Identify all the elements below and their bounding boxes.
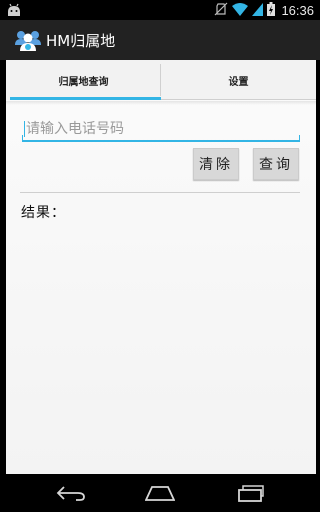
- wifi-icon: [232, 1, 249, 20]
- input-underline: [22, 135, 300, 142]
- action-bar: HM归属地: [0, 20, 320, 60]
- back-icon[interactable]: [56, 484, 86, 502]
- signal-icon: [252, 1, 264, 20]
- tab-bar: 归属地查询 设置: [6, 60, 316, 100]
- battery-charging-icon: [267, 1, 276, 20]
- people-group-icon[interactable]: [14, 28, 42, 52]
- clock: 16:36: [281, 2, 314, 18]
- navigation-bar: [0, 474, 320, 512]
- tab-lookup[interactable]: 归属地查询: [6, 60, 161, 100]
- home-icon[interactable]: [144, 484, 176, 502]
- clear-button[interactable]: 清除: [193, 148, 239, 180]
- no-sim-icon: [214, 1, 228, 20]
- query-button[interactable]: 查询: [253, 148, 299, 180]
- tab-shadow: [6, 101, 316, 105]
- result-label: 结果：: [21, 205, 66, 221]
- android-debug-icon: [6, 2, 22, 21]
- tab-divider: [160, 64, 161, 96]
- app-title: HM归属地: [46, 31, 116, 50]
- tab-settings[interactable]: 设置: [161, 60, 316, 100]
- result-divider: [20, 192, 300, 193]
- recent-apps-icon[interactable]: [235, 484, 265, 502]
- main-content: 归属地查询 设置 清除 查询 结果：: [6, 60, 316, 474]
- phone-input-wrapper: [22, 118, 300, 142]
- status-bar: 16:36: [0, 0, 320, 20]
